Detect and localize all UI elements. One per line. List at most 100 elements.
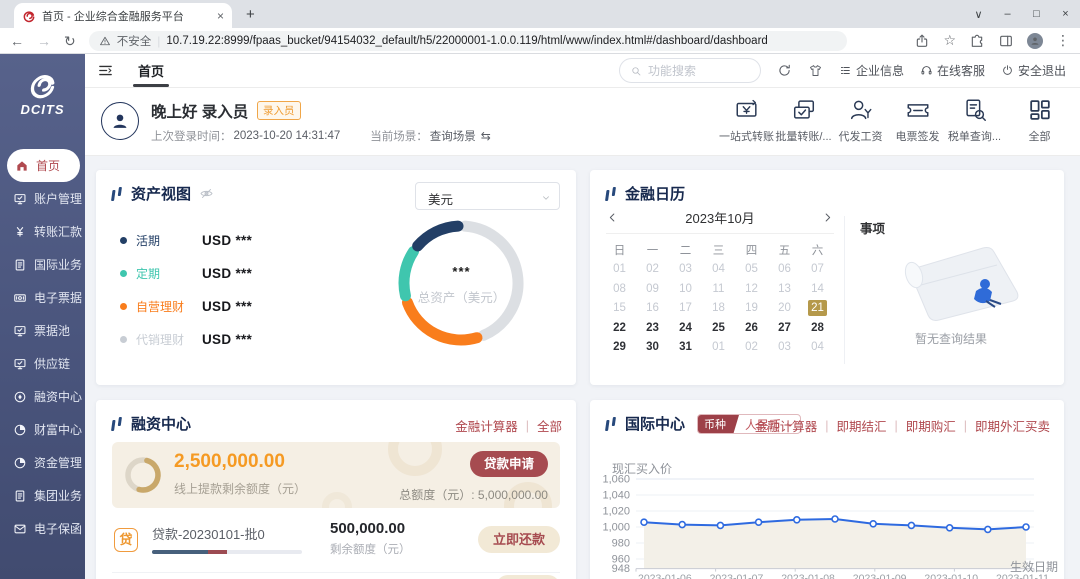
- calendar-day[interactable]: 10: [679, 283, 692, 295]
- minimize-button[interactable]: –: [993, 8, 1022, 20]
- sidebar-item-international-business[interactable]: 国际业务: [0, 248, 85, 281]
- sidebar-item-account-management[interactable]: 账户管理: [0, 182, 85, 215]
- calendar-day[interactable]: 17: [679, 302, 692, 314]
- theme-skin-icon[interactable]: [808, 63, 823, 78]
- reload-icon[interactable]: ↻: [64, 34, 76, 48]
- prev-month-icon[interactable]: [606, 211, 619, 224]
- next-month-icon[interactable]: [821, 211, 834, 224]
- share-icon[interactable]: [914, 33, 930, 49]
- weekday-label: 二: [680, 242, 692, 258]
- loan-apply-button[interactable]: 贷款申请: [470, 451, 548, 477]
- quick-action-payroll[interactable]: 代发工资: [832, 97, 889, 144]
- calendar-day[interactable]: 20: [778, 302, 791, 314]
- calendar-day[interactable]: 30: [646, 341, 659, 353]
- dcits-logo: DCITS: [0, 70, 85, 117]
- sidebar-item-e-bill[interactable]: 电子票据: [0, 281, 85, 314]
- refresh-icon[interactable]: [777, 63, 792, 78]
- sidebar-item-home[interactable]: 首页: [7, 149, 80, 182]
- calendar-day[interactable]: 19: [745, 302, 758, 314]
- quick-action-tax-query[interactable]: 税单查询...: [946, 97, 1003, 144]
- partial-next-row-button[interactable]: [496, 575, 560, 579]
- quick-action-all[interactable]: 全部: [1011, 97, 1068, 144]
- sidebar-item-wealth-center[interactable]: 财富中心: [0, 413, 85, 446]
- side-panel-icon[interactable]: [998, 33, 1014, 49]
- calendar-day[interactable]: 01: [613, 263, 626, 275]
- sidebar-item-group-business[interactable]: 集团业务: [0, 479, 85, 512]
- extensions-icon[interactable]: [969, 33, 985, 49]
- intl-link-1[interactable]: 金融计算器: [755, 416, 818, 435]
- intl-link-3[interactable]: 即期购汇: [906, 416, 956, 435]
- sidebar-item-fund-management[interactable]: 资金管理: [0, 446, 85, 479]
- calendar-day[interactable]: 29: [613, 341, 626, 353]
- function-search[interactable]: [619, 58, 761, 83]
- browser-tab[interactable]: 首页 - 企业综合金融服务平台 ×: [14, 3, 232, 28]
- repay-now-button[interactable]: 立即还款: [478, 526, 560, 553]
- calendar-day[interactable]: 04: [712, 263, 725, 275]
- address-bar[interactable]: 不安全 | 10.7.19.22:8999/fpaas_bucket/94154…: [89, 31, 847, 51]
- sidebar-item-supply-chain[interactable]: 供应链: [0, 347, 85, 380]
- financing-link-1[interactable]: 金融计算器: [455, 416, 518, 435]
- tab-home[interactable]: 首页: [138, 54, 164, 87]
- quick-action-batch-transfer[interactable]: 批量转账/...: [775, 97, 832, 144]
- calendar-day[interactable]: 23: [646, 322, 659, 334]
- calendar-day[interactable]: 02: [646, 263, 659, 275]
- calendar-day[interactable]: 31: [679, 341, 692, 353]
- calendar-day[interactable]: 03: [679, 263, 692, 275]
- calendar-day[interactable]: 16: [646, 302, 659, 314]
- sidebar-item-e-guarantee[interactable]: 电子保函: [0, 512, 85, 545]
- menu-kebab-icon[interactable]: ⋮: [1056, 32, 1070, 49]
- new-tab-button[interactable]: +: [246, 7, 255, 22]
- quick-action-label: 代发工资: [839, 128, 883, 144]
- back-icon[interactable]: ←: [10, 34, 24, 48]
- calendar-day-selected[interactable]: 21: [808, 300, 827, 316]
- sidebar-item-financing-center[interactable]: 融资中心: [0, 380, 85, 413]
- tab-close-icon[interactable]: ×: [217, 9, 224, 23]
- quick-action-e-ticket-issue[interactable]: 电票签发: [889, 97, 946, 144]
- search-input[interactable]: [648, 64, 750, 78]
- calendar-day[interactable]: 22: [613, 322, 626, 334]
- calendar-day[interactable]: 24: [679, 322, 692, 334]
- calendar-day[interactable]: 11: [713, 283, 725, 295]
- profile-avatar-icon[interactable]: [1027, 33, 1043, 49]
- calendar-day[interactable]: 03: [778, 341, 791, 353]
- header-button-safe-exit[interactable]: 安全退出: [1001, 62, 1066, 79]
- calendar-day[interactable]: 15: [613, 302, 626, 314]
- calendar-day[interactable]: 04: [811, 341, 824, 353]
- bookmark-star-icon[interactable]: ☆: [943, 32, 956, 49]
- financing-link-2[interactable]: 全部: [537, 416, 562, 435]
- calendar-day[interactable]: 14: [811, 283, 824, 295]
- monitor-icon: [13, 357, 27, 371]
- close-window-button[interactable]: ×: [1051, 8, 1080, 20]
- calendar-day[interactable]: 07: [811, 263, 824, 275]
- calendar-day[interactable]: 02: [745, 341, 758, 353]
- calendar-day[interactable]: 27: [778, 322, 791, 334]
- scene-swap-icon[interactable]: ⇆: [481, 129, 491, 143]
- user-avatar[interactable]: [101, 102, 139, 140]
- calendar-day[interactable]: 25: [712, 322, 725, 334]
- calendar-day[interactable]: 01: [712, 341, 725, 353]
- calendar-day[interactable]: 12: [745, 283, 758, 295]
- calendar-day[interactable]: 26: [745, 322, 758, 334]
- calendar-day[interactable]: 09: [646, 283, 659, 295]
- calendar-day[interactable]: 05: [745, 263, 758, 275]
- restore-button[interactable]: □: [1022, 8, 1051, 20]
- calendar-day[interactable]: 28: [811, 322, 824, 334]
- monitor-icon: [13, 324, 27, 338]
- sidebar-item-transfer-remittance[interactable]: 转账汇款: [0, 215, 85, 248]
- sidebar-item-label: 票据池: [34, 322, 70, 339]
- calendar-day[interactable]: 13: [778, 283, 791, 295]
- calendar-day[interactable]: 18: [712, 302, 725, 314]
- intl-link-4[interactable]: 即期外汇买卖: [975, 416, 1050, 435]
- forward-icon[interactable]: →: [37, 34, 51, 48]
- collapse-menu-icon[interactable]: [97, 62, 114, 79]
- header-button-enterprise-info[interactable]: 企业信息: [839, 62, 904, 79]
- header-button-online-service[interactable]: 在线客服: [920, 62, 985, 79]
- calendar-day[interactable]: 08: [613, 283, 626, 295]
- sidebar-item-bill-pool[interactable]: 票据池: [0, 314, 85, 347]
- hide-amounts-eye-icon[interactable]: [199, 186, 214, 201]
- transfer-icon: [734, 97, 760, 123]
- tab-search-icon[interactable]: ∨: [964, 8, 993, 21]
- quick-action-one-stop-transfer[interactable]: 一站式转账: [718, 97, 775, 144]
- calendar-day[interactable]: 06: [778, 263, 791, 275]
- intl-link-2[interactable]: 即期结汇: [836, 416, 886, 435]
